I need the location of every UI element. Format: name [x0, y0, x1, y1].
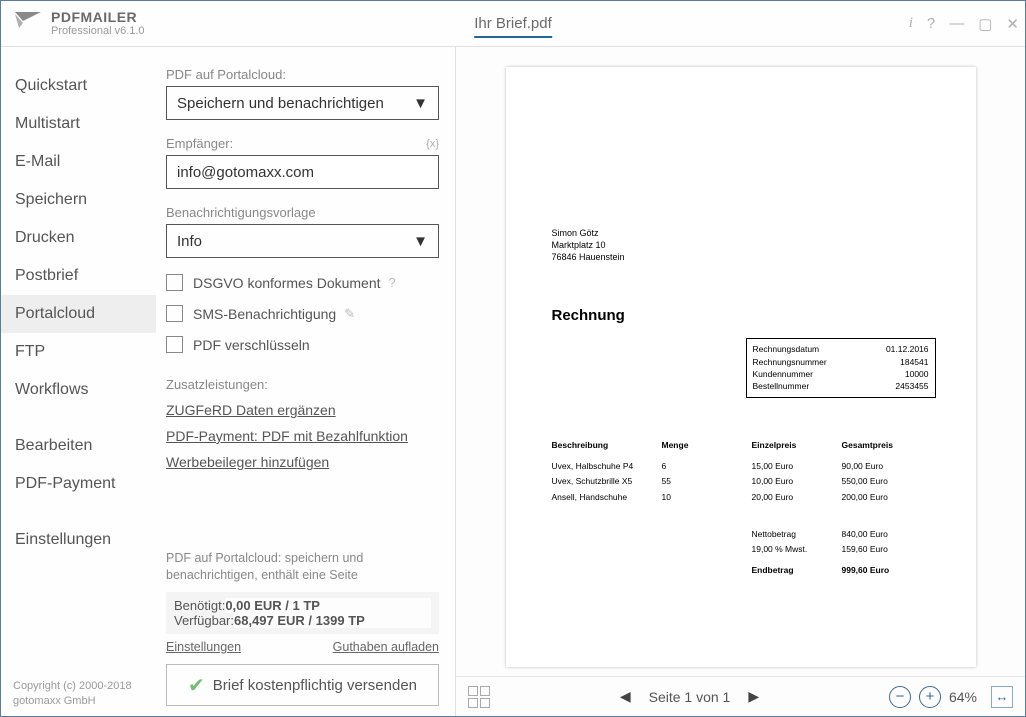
needed-value: 0,00 EUR / 1 TP — [225, 598, 431, 613]
portalcloud-value: Speichern und benachrichtigen — [177, 95, 384, 112]
available-label: Verfügbar: — [174, 613, 234, 628]
link-zugferd[interactable]: ZUGFeRD Daten ergänzen — [166, 402, 439, 418]
sidebar-item-postbrief[interactable]: Postbrief — [1, 257, 156, 295]
app-version: Professional v6.1.0 — [51, 25, 145, 37]
portalcloud-label: PDF auf Portalcloud: — [166, 67, 439, 82]
preview-footer: ◀ Seite 1 von 1 ▶ − + 64% ↔ — [456, 676, 1025, 716]
invoice-table: Beschreibung Menge Einzelpreis Gesamtpre… — [552, 438, 936, 579]
app-branding: PDFMAILER Professional v6.1.0 — [51, 10, 145, 37]
portalcloud-select[interactable]: Speichern und benachrichtigen ▼ — [166, 86, 439, 120]
link-topup[interactable]: Guthaben aufladen — [333, 640, 439, 654]
zoom-out-button[interactable]: − — [889, 686, 911, 708]
checkbox-encrypt[interactable]: PDF verschlüsseln — [166, 336, 439, 353]
document-title: Ihr Brief.pdf — [474, 15, 552, 38]
address-block: Simon Götz Marktplatz 10 76846 Hauenstei… — [552, 227, 936, 263]
checkbox-sms[interactable]: SMS-Benachrichtigung ✎ — [166, 305, 439, 322]
app-logo-icon — [13, 8, 43, 33]
zoom-in-button[interactable]: + — [919, 686, 941, 708]
link-pdf-payment[interactable]: PDF-Payment: PDF mit Bezahlfunktion — [166, 428, 439, 444]
recipient-label: Empfänger: {x} — [166, 136, 439, 151]
invoice-meta: Rechnungsdatum01.12.2016 Rechnungsnummer… — [746, 338, 936, 397]
help-icon[interactable]: ? — [389, 275, 396, 290]
sidebar-item-email[interactable]: E-Mail — [1, 143, 156, 181]
extras-header: Zusatzleistungen: — [166, 377, 439, 392]
app-name: PDFMAILER — [51, 10, 145, 25]
template-label: Benachrichtigungsvorlage — [166, 205, 439, 220]
fit-width-button[interactable]: ↔ — [991, 686, 1013, 708]
pdf-page: Simon Götz Marktplatz 10 76846 Hauenstei… — [506, 67, 976, 667]
sidebar-item-pdf-payment[interactable]: PDF-Payment — [1, 465, 156, 503]
chevron-down-icon: ▼ — [413, 233, 428, 250]
link-insert[interactable]: Werbebeileger hinzufügen — [166, 454, 439, 470]
needed-label: Benötigt: — [174, 598, 225, 613]
help-icon[interactable]: ? — [927, 15, 935, 32]
summary-text: PDF auf Portalcloud: speichern und benac… — [166, 550, 439, 584]
sidebar-item-print[interactable]: Drucken — [1, 219, 156, 257]
checkbox-icon — [166, 305, 183, 322]
checkbox-icon — [166, 336, 183, 353]
send-button[interactable]: ✔ Brief kostenpflichtig versenden — [166, 664, 439, 706]
close-icon[interactable]: ✕ — [1006, 15, 1019, 33]
cost-box: Benötigt: 0,00 EUR / 1 TP Verfügbar: 68,… — [166, 592, 439, 634]
check-icon: ✔ — [188, 673, 205, 698]
sidebar-item-workflows[interactable]: Workflows — [1, 371, 156, 409]
sidebar-item-settings[interactable]: Einstellungen — [1, 521, 156, 559]
link-settings[interactable]: Einstellungen — [166, 640, 241, 654]
prev-page-icon[interactable]: ◀ — [620, 688, 631, 705]
settings-panel: PDF auf Portalcloud: Speichern und benac… — [156, 47, 456, 716]
sidebar-item-portalcloud[interactable]: Portalcloud — [1, 295, 156, 333]
sidebar-item-multistart[interactable]: Multistart — [1, 105, 156, 143]
maximize-icon[interactable]: ▢ — [978, 15, 992, 33]
sidebar: Quickstart Multistart E-Mail Speichern D… — [1, 47, 156, 716]
placeholder-hint[interactable]: {x} — [426, 138, 439, 150]
invoice-title: Rechnung — [552, 307, 936, 324]
sidebar-item-edit[interactable]: Bearbeiten — [1, 427, 156, 465]
preview-panel: Simon Götz Marktplatz 10 76846 Hauenstei… — [456, 47, 1025, 716]
info-icon[interactable]: i — [909, 15, 913, 32]
recipient-input[interactable] — [166, 155, 439, 189]
chevron-down-icon: ▼ — [413, 95, 428, 112]
titlebar: PDFMAILER Professional v6.1.0 Ihr Brief.… — [1, 1, 1025, 47]
template-select[interactable]: Info ▼ — [166, 224, 439, 258]
sidebar-item-ftp[interactable]: FTP — [1, 333, 156, 371]
sidebar-item-save[interactable]: Speichern — [1, 181, 156, 219]
next-page-icon[interactable]: ▶ — [748, 688, 759, 705]
available-value: 68,497 EUR / 1399 TP — [234, 613, 431, 628]
sidebar-item-quickstart[interactable]: Quickstart — [1, 67, 156, 105]
checkbox-dsgvo[interactable]: DSGVO konformes Dokument ? — [166, 274, 439, 291]
minimize-icon[interactable]: — — [949, 15, 964, 32]
edit-icon[interactable]: ✎ — [344, 306, 355, 322]
copyright: Copyright (c) 2000-2018 gotomaxx GmbH — [13, 679, 132, 708]
page-indicator: Seite 1 von 1 — [649, 689, 731, 705]
checkbox-icon — [166, 274, 183, 291]
thumbnails-icon[interactable] — [468, 686, 490, 708]
zoom-value: 64% — [949, 689, 977, 705]
template-value: Info — [177, 233, 202, 250]
